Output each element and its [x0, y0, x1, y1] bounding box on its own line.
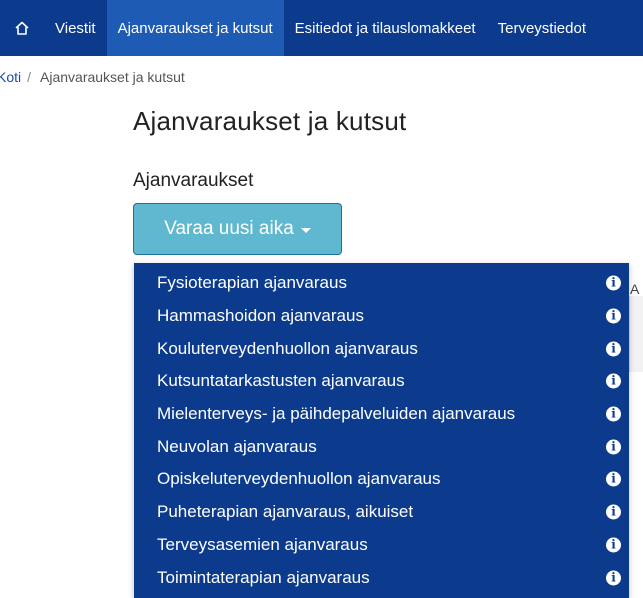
- menu-item-label: Terveysasemien ajanvaraus: [157, 534, 368, 554]
- menu-item-label: Mielenterveys- ja päihdepalveluiden ajan…: [157, 404, 516, 424]
- new-booking-button-label: Varaa uusi aika: [164, 218, 294, 239]
- menu-item-fysioterapia[interactable]: Fysioterapian ajanvaraus i: [134, 267, 629, 300]
- info-icon[interactable]: i: [606, 341, 621, 357]
- menu-item-label: Toimintaterapian ajanvaraus: [157, 567, 370, 587]
- nav-item-terveystiedot[interactable]: Terveystiedot: [487, 0, 597, 56]
- nav-item-esitiedot[interactable]: Esitiedot ja tilauslomakkeet: [284, 0, 487, 56]
- nav-home-button[interactable]: [0, 0, 44, 56]
- menu-item-neuvola[interactable]: Neuvolan ajanvaraus i: [134, 430, 629, 463]
- background-panel: [629, 296, 643, 372]
- info-icon[interactable]: i: [606, 275, 621, 291]
- info-icon[interactable]: i: [606, 373, 621, 389]
- breadcrumb-home-link[interactable]: Koti: [0, 69, 21, 85]
- menu-item-label: Neuvolan ajanvaraus: [157, 436, 317, 456]
- breadcrumb-current: Ajanvaraukset ja kutsut: [40, 69, 185, 85]
- info-icon[interactable]: i: [606, 406, 621, 422]
- info-icon[interactable]: i: [606, 439, 621, 455]
- info-icon[interactable]: i: [606, 504, 621, 520]
- menu-item-toimintaterapia[interactable]: Toimintaterapian ajanvaraus i: [134, 561, 629, 594]
- menu-item-hammashoito[interactable]: Hammashoidon ajanvaraus i: [134, 300, 629, 333]
- top-navigation: Viestit Ajanvaraukset ja kutsut Esitiedo…: [0, 0, 643, 56]
- menu-item-label: Hammashoidon ajanvaraus: [157, 306, 364, 326]
- booking-dropdown-menu: Fysioterapian ajanvaraus i Hammashoidon …: [134, 263, 629, 598]
- menu-item-label: Puheterapian ajanvaraus, aikuiset: [157, 502, 414, 522]
- menu-item-label: Opiskeluterveydenhuollon ajanvaraus: [157, 469, 441, 489]
- info-icon[interactable]: i: [606, 308, 621, 324]
- home-icon: [15, 21, 29, 35]
- info-icon[interactable]: i: [606, 570, 621, 586]
- page-title: Ajanvaraukset ja kutsut: [133, 106, 407, 136]
- background-divider: [629, 296, 630, 372]
- info-icon[interactable]: i: [606, 471, 621, 487]
- menu-item-opiskeluterveydenhuolto[interactable]: Opiskeluterveydenhuollon ajanvaraus i: [134, 463, 629, 496]
- menu-item-label: Fysioterapian ajanvaraus: [157, 273, 347, 293]
- menu-item-label: Kouluterveydenhuollon ajanvaraus: [157, 338, 418, 358]
- section-title: Ajanvaraukset: [133, 170, 254, 191]
- info-icon[interactable]: i: [606, 537, 621, 553]
- menu-item-puheterapia[interactable]: Puheterapian ajanvaraus, aikuiset i: [134, 496, 629, 529]
- menu-item-kutsuntatarkastus[interactable]: Kutsuntatarkastusten ajanvaraus i: [134, 365, 629, 398]
- menu-item-kouluterveydenhuolto[interactable]: Kouluterveydenhuollon ajanvaraus i: [134, 332, 629, 365]
- nav-item-viestit[interactable]: Viestit: [44, 0, 107, 56]
- menu-item-terveysasemat[interactable]: Terveysasemien ajanvaraus i: [134, 529, 629, 562]
- menu-item-mielenterveys[interactable]: Mielenterveys- ja päihdepalveluiden ajan…: [134, 398, 629, 431]
- background-partial-text: A: [630, 281, 640, 297]
- nav-item-ajanvaraukset[interactable]: Ajanvaraukset ja kutsut: [106, 0, 284, 56]
- new-booking-button[interactable]: Varaa uusi aika: [133, 203, 342, 255]
- breadcrumb: Koti / Ajanvaraukset ja kutsut: [0, 67, 185, 87]
- breadcrumb-separator: /: [27, 69, 32, 85]
- caret-down-icon: [300, 228, 311, 233]
- menu-item-label: Kutsuntatarkastusten ajanvaraus: [157, 371, 405, 391]
